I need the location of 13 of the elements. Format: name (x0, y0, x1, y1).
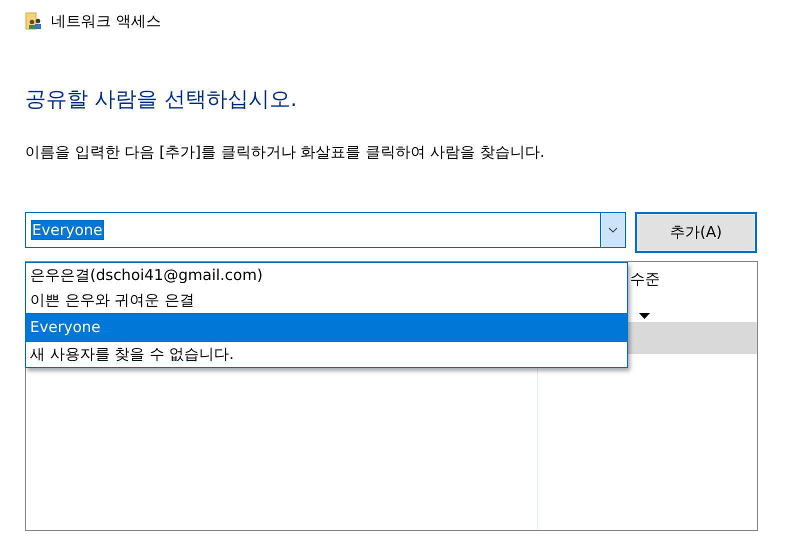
dropdown-option[interactable]: Everyone (26, 313, 627, 342)
dropdown-option[interactable]: 이쁜 은우와 귀여운 은결 (26, 288, 627, 313)
chevron-down-icon (608, 227, 618, 233)
dropdown-option[interactable]: 새 사용자를 찾을 수 없습니다. (26, 342, 627, 367)
name-combobox[interactable]: Everyone (25, 212, 626, 248)
dropdown-option[interactable]: 은우은결(dschoi41@gmail.com) (26, 263, 627, 288)
dropdown-button[interactable] (600, 213, 625, 247)
instruction-text: 이름을 입력한 다음 [추가]를 클릭하거나 화살표를 클릭하여 사람을 찾습니다. (25, 143, 546, 162)
window-title: 네트워크 액세스 (51, 12, 161, 30)
network-users-icon (25, 12, 43, 30)
dropdown-triangle-icon[interactable] (639, 313, 650, 319)
heading: 공유할 사람을 선택하십시오. (25, 86, 298, 113)
add-button[interactable]: 추가(A) (635, 212, 757, 253)
